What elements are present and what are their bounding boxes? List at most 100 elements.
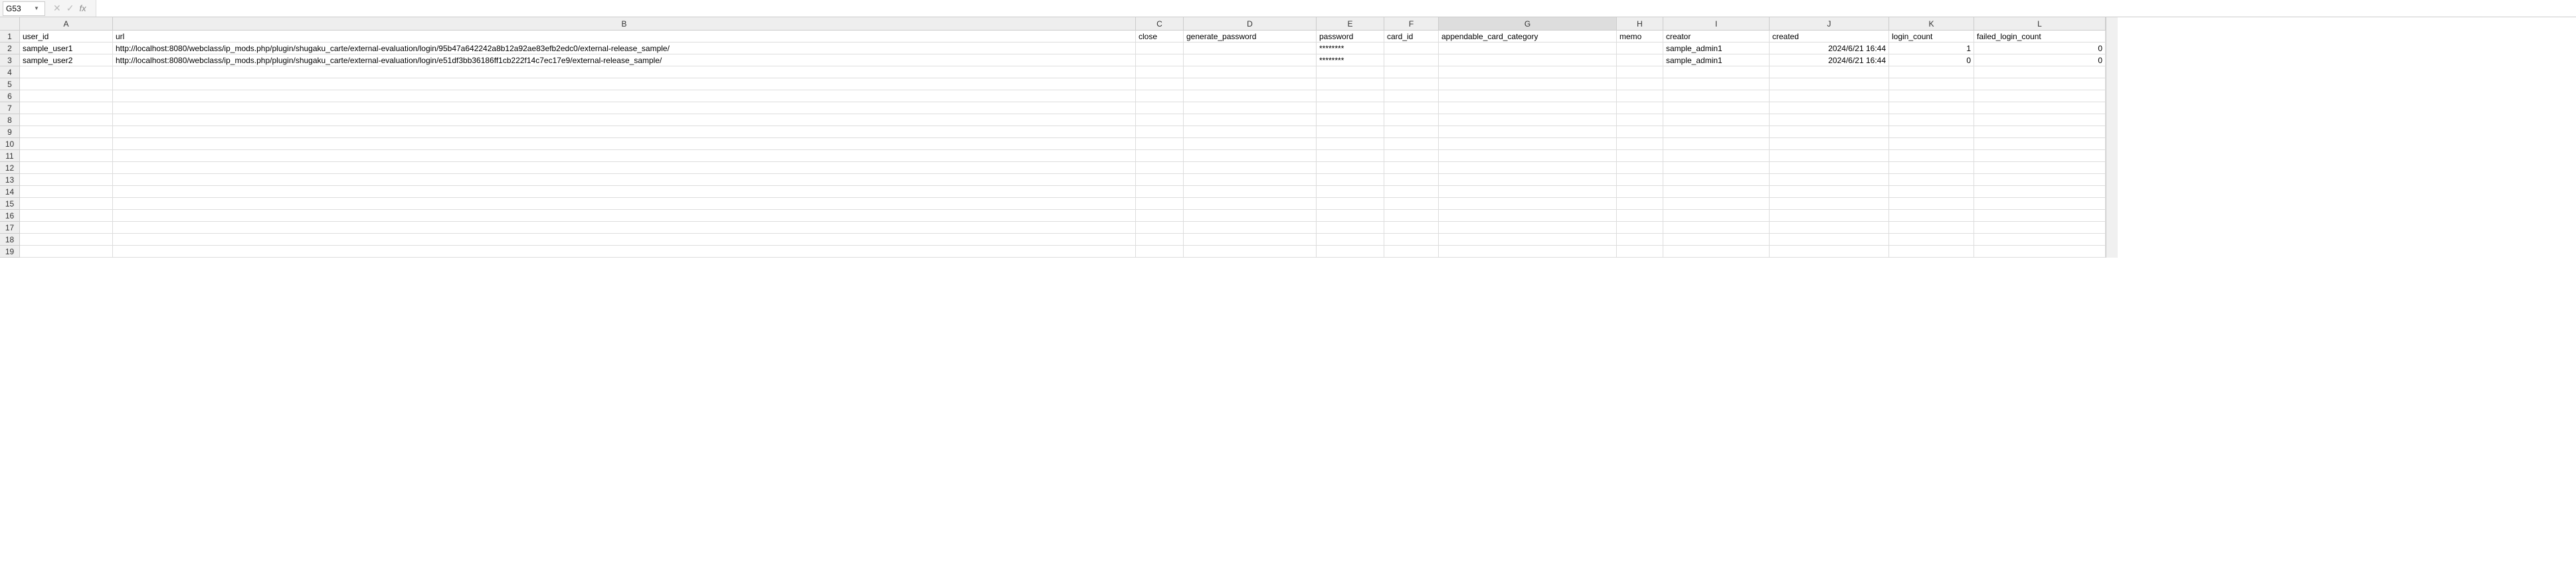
- cell-C3[interactable]: [1136, 54, 1184, 66]
- cell-J8[interactable]: [1770, 114, 1889, 126]
- name-box[interactable]: ▼: [3, 1, 45, 16]
- cell-C15[interactable]: [1136, 198, 1184, 210]
- cell-H3[interactable]: [1617, 54, 1663, 66]
- cell-K6[interactable]: [1889, 90, 1974, 102]
- cell-I16[interactable]: [1663, 210, 1770, 222]
- cell-I8[interactable]: [1663, 114, 1770, 126]
- cell-D6[interactable]: [1184, 90, 1317, 102]
- cell-G11[interactable]: [1439, 150, 1617, 162]
- cell-F14[interactable]: [1384, 186, 1439, 198]
- cell-I2[interactable]: sample_admin1: [1663, 42, 1770, 54]
- row-header-4[interactable]: 4: [0, 66, 20, 78]
- cell-C12[interactable]: [1136, 162, 1184, 174]
- cell-A10[interactable]: [20, 138, 113, 150]
- cell-C8[interactable]: [1136, 114, 1184, 126]
- cell-E19[interactable]: [1317, 246, 1384, 258]
- cell-F6[interactable]: [1384, 90, 1439, 102]
- cell-L8[interactable]: [1974, 114, 2106, 126]
- cell-D12[interactable]: [1184, 162, 1317, 174]
- cell-J3[interactable]: 2024/6/21 16:44: [1770, 54, 1889, 66]
- cell-H17[interactable]: [1617, 222, 1663, 234]
- row-header-5[interactable]: 5: [0, 78, 20, 90]
- cell-I12[interactable]: [1663, 162, 1770, 174]
- cell-E16[interactable]: [1317, 210, 1384, 222]
- cell-B1[interactable]: url: [113, 31, 1136, 42]
- cell-F12[interactable]: [1384, 162, 1439, 174]
- cell-D17[interactable]: [1184, 222, 1317, 234]
- row-header-18[interactable]: 18: [0, 234, 20, 246]
- cell-F10[interactable]: [1384, 138, 1439, 150]
- cell-B12[interactable]: [113, 162, 1136, 174]
- cell-C10[interactable]: [1136, 138, 1184, 150]
- cell-H15[interactable]: [1617, 198, 1663, 210]
- cell-G6[interactable]: [1439, 90, 1617, 102]
- cell-D11[interactable]: [1184, 150, 1317, 162]
- cell-B8[interactable]: [113, 114, 1136, 126]
- cell-I19[interactable]: [1663, 246, 1770, 258]
- cell-C14[interactable]: [1136, 186, 1184, 198]
- cell-A13[interactable]: [20, 174, 113, 186]
- cell-K17[interactable]: [1889, 222, 1974, 234]
- cell-J14[interactable]: [1770, 186, 1889, 198]
- cell-H13[interactable]: [1617, 174, 1663, 186]
- cell-F19[interactable]: [1384, 246, 1439, 258]
- cell-E3[interactable]: ********: [1317, 54, 1384, 66]
- cell-J12[interactable]: [1770, 162, 1889, 174]
- cell-G3[interactable]: [1439, 54, 1617, 66]
- column-header-K[interactable]: K: [1889, 17, 1974, 31]
- cell-E10[interactable]: [1317, 138, 1384, 150]
- cell-H18[interactable]: [1617, 234, 1663, 246]
- cell-G2[interactable]: [1439, 42, 1617, 54]
- cell-J7[interactable]: [1770, 102, 1889, 114]
- cell-J19[interactable]: [1770, 246, 1889, 258]
- cell-E6[interactable]: [1317, 90, 1384, 102]
- column-header-L[interactable]: L: [1974, 17, 2106, 31]
- cell-K9[interactable]: [1889, 126, 1974, 138]
- cell-H9[interactable]: [1617, 126, 1663, 138]
- cell-F9[interactable]: [1384, 126, 1439, 138]
- cell-J6[interactable]: [1770, 90, 1889, 102]
- row-header-9[interactable]: 9: [0, 126, 20, 138]
- formula-input[interactable]: [96, 0, 2576, 17]
- cell-J10[interactable]: [1770, 138, 1889, 150]
- cell-A17[interactable]: [20, 222, 113, 234]
- cell-A6[interactable]: [20, 90, 113, 102]
- cell-F18[interactable]: [1384, 234, 1439, 246]
- cell-K14[interactable]: [1889, 186, 1974, 198]
- cell-E2[interactable]: ********: [1317, 42, 1384, 54]
- cell-H5[interactable]: [1617, 78, 1663, 90]
- cell-B18[interactable]: [113, 234, 1136, 246]
- cell-B5[interactable]: [113, 78, 1136, 90]
- column-header-E[interactable]: E: [1317, 17, 1384, 31]
- cell-I9[interactable]: [1663, 126, 1770, 138]
- cell-H1[interactable]: memo: [1617, 31, 1663, 42]
- cell-A1[interactable]: user_id: [20, 31, 113, 42]
- cell-K1[interactable]: login_count: [1889, 31, 1974, 42]
- cell-I4[interactable]: [1663, 66, 1770, 78]
- cell-G10[interactable]: [1439, 138, 1617, 150]
- cell-L7[interactable]: [1974, 102, 2106, 114]
- cell-H2[interactable]: [1617, 42, 1663, 54]
- cell-I14[interactable]: [1663, 186, 1770, 198]
- row-header-3[interactable]: 3: [0, 54, 20, 66]
- cell-D9[interactable]: [1184, 126, 1317, 138]
- cell-L17[interactable]: [1974, 222, 2106, 234]
- cell-L18[interactable]: [1974, 234, 2106, 246]
- cell-F8[interactable]: [1384, 114, 1439, 126]
- cell-J11[interactable]: [1770, 150, 1889, 162]
- column-header-D[interactable]: D: [1184, 17, 1317, 31]
- row-header-8[interactable]: 8: [0, 114, 20, 126]
- cell-H14[interactable]: [1617, 186, 1663, 198]
- row-header-6[interactable]: 6: [0, 90, 20, 102]
- cell-A14[interactable]: [20, 186, 113, 198]
- cell-F16[interactable]: [1384, 210, 1439, 222]
- cell-B2[interactable]: http://localhost:8080/webclass/ip_mods.p…: [113, 42, 1136, 54]
- cell-H16[interactable]: [1617, 210, 1663, 222]
- cell-L9[interactable]: [1974, 126, 2106, 138]
- cell-I3[interactable]: sample_admin1: [1663, 54, 1770, 66]
- cell-A3[interactable]: sample_user2: [20, 54, 113, 66]
- cell-K12[interactable]: [1889, 162, 1974, 174]
- cell-B6[interactable]: [113, 90, 1136, 102]
- name-box-input[interactable]: [6, 4, 33, 13]
- cell-C11[interactable]: [1136, 150, 1184, 162]
